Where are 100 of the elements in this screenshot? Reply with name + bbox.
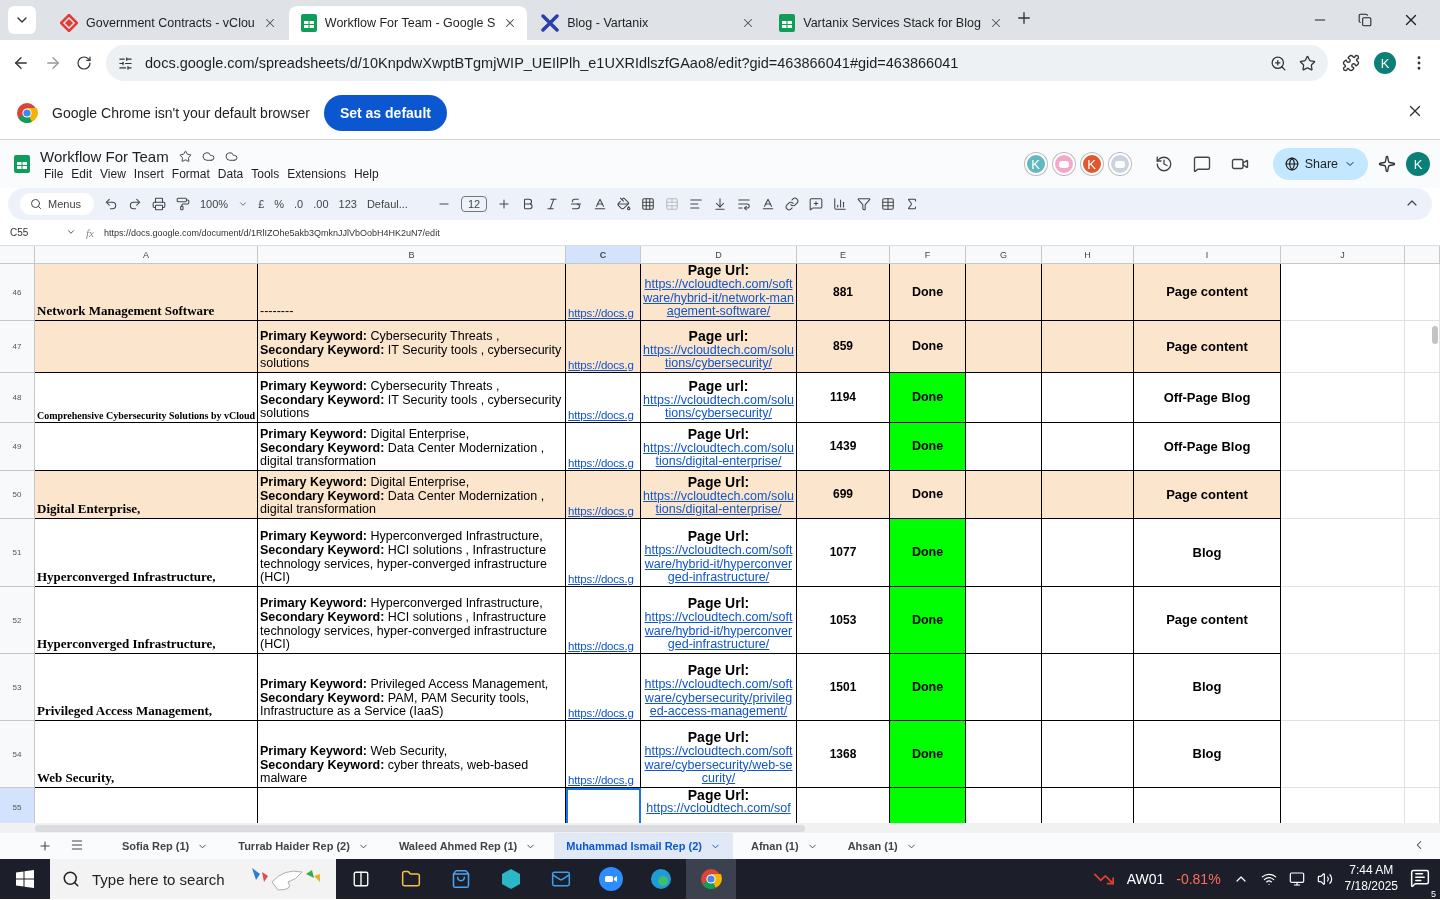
- name-box[interactable]: C55: [10, 227, 76, 238]
- comment-icon[interactable]: [1192, 155, 1211, 173]
- sparkle-icon[interactable]: [1378, 155, 1396, 173]
- page-url-link[interactable]: https://vcloudtech.com/software/cybersecurity/privileged-access-management/: [643, 677, 794, 719]
- zoom-select[interactable]: 100%: [200, 198, 229, 210]
- zoom-app-icon[interactable]: [599, 867, 623, 891]
- paint-format-icon[interactable]: [176, 197, 190, 211]
- row-number[interactable]: 54: [0, 721, 35, 788]
- history-icon[interactable]: [1154, 155, 1173, 173]
- store-icon[interactable]: [451, 869, 471, 889]
- scrollbar-thumb[interactable]: [1432, 326, 1438, 344]
- doc-link[interactable]: https://docs.g: [568, 640, 634, 652]
- row-number[interactable]: 55: [0, 788, 35, 823]
- folder-icon[interactable]: [401, 869, 421, 889]
- caret-icon[interactable]: [238, 199, 249, 209]
- doc-link[interactable]: https://docs.g: [568, 359, 634, 371]
- clock[interactable]: 7:44 AM 7/18/2025: [1344, 863, 1398, 895]
- row-number[interactable]: 47: [0, 321, 35, 373]
- row-number[interactable]: 48: [0, 373, 35, 423]
- undo-icon[interactable]: [104, 197, 118, 211]
- page-url-link[interactable]: https://vcloudtech.com/solutions/digital-enterprise/: [643, 441, 794, 469]
- share-button[interactable]: Share: [1272, 148, 1368, 180]
- taskbar-search-field[interactable]: Type here to search: [50, 859, 336, 899]
- extensions-icon[interactable]: [1342, 54, 1360, 72]
- decrease-decimal-button[interactable]: .0: [294, 198, 304, 210]
- menu-item[interactable]: File: [40, 166, 68, 181]
- column-header[interactable]: J: [1281, 246, 1405, 264]
- row-number[interactable]: 52: [0, 587, 35, 654]
- edge-browser-icon[interactable]: [650, 868, 672, 890]
- page-url-link[interactable]: https://vcloudtech.com/software/hybrid-it/network-management-software/: [643, 277, 794, 319]
- strikethrough-icon[interactable]: [569, 197, 584, 211]
- browser-tab[interactable]: Blog - Vartanix: [529, 6, 766, 40]
- page-url-link[interactable]: https://vcloudtech.com/sof: [646, 802, 791, 816]
- increase-size-icon[interactable]: [497, 197, 512, 211]
- column-header[interactable]: G: [966, 246, 1042, 264]
- doc-link[interactable]: https://docs.g: [568, 457, 634, 469]
- percent-button[interactable]: %: [274, 198, 285, 210]
- sheet-tab[interactable]: Sofia Rep (1): [110, 833, 221, 859]
- address-bar[interactable]: docs.google.com/spreadsheets/d/10KnpdwXwptBTgmjWIP_UEIlPlh_e1UXRIdlszfGAao8/edit?gid=463866041#gid=463866041: [106, 45, 1328, 81]
- sheet-tab[interactable]: Muhammad Ismail Rep (2): [554, 833, 733, 859]
- table-icon[interactable]: [881, 197, 896, 211]
- bold-icon[interactable]: [521, 197, 536, 211]
- sheet-tab[interactable]: Turrab Haider Rep (2): [226, 833, 381, 859]
- doc-link[interactable]: https://docs.g: [568, 409, 634, 421]
- chart-icon[interactable]: [833, 197, 848, 211]
- all-sheets-icon[interactable]: [70, 838, 84, 852]
- print-icon[interactable]: [152, 197, 166, 211]
- doc-link[interactable]: https://docs.g: [568, 774, 634, 786]
- column-header[interactable]: D: [641, 246, 797, 264]
- sheet-tab[interactable]: Afnan (1): [738, 833, 830, 859]
- formula-value[interactable]: https://docs.google.com/document/d/1RlIZOhe5akb3QmknJJlVbOobH4HK2uN7/edit: [103, 227, 440, 238]
- collaborator-avatar[interactable]: K: [1080, 153, 1103, 175]
- font-size-field[interactable]: 12: [460, 196, 488, 212]
- page-url-link[interactable]: https://vcloudtech.com/software/cybersecurity/web-security/: [643, 744, 794, 786]
- borders-icon[interactable]: [641, 197, 656, 211]
- page-url-link[interactable]: https://vcloudtech.com/solutions/cybersecurity/: [643, 393, 794, 421]
- browser-tab[interactable]: Government Contracts - vClou: [48, 6, 287, 40]
- menu-item[interactable]: Extensions: [283, 166, 350, 181]
- profile-avatar[interactable]: K: [1374, 52, 1396, 74]
- menu-item[interactable]: Data: [213, 166, 248, 181]
- sheet-tab[interactable]: Ahsan (1): [835, 833, 929, 859]
- row-number[interactable]: 49: [0, 423, 35, 471]
- reload-icon[interactable]: [76, 55, 92, 71]
- page-url-link[interactable]: https://vcloudtech.com/solutions/digital-enterprise/: [643, 489, 794, 517]
- merge-cells-icon[interactable]: [665, 197, 680, 211]
- cloud-icon[interactable]: [201, 149, 215, 163]
- menus-search[interactable]: Menus: [20, 193, 94, 215]
- saved-cloud-icon[interactable]: [224, 149, 238, 163]
- windows-logo-icon[interactable]: [16, 870, 34, 888]
- column-header[interactable]: F: [890, 246, 966, 264]
- menu-item[interactable]: Edit: [67, 166, 97, 181]
- increase-decimal-button[interactable]: .00: [313, 198, 329, 210]
- restore-icon[interactable]: [1358, 13, 1372, 27]
- task-view-icon[interactable]: [352, 870, 370, 888]
- hexagon-app-icon[interactable]: [500, 868, 522, 890]
- doc-link[interactable]: https://docs.g: [568, 573, 634, 585]
- vertical-align-icon[interactable]: [713, 197, 728, 211]
- menu-item[interactable]: Insert: [129, 166, 168, 181]
- row-number[interactable]: 46: [0, 264, 35, 321]
- account-avatar[interactable]: K: [1406, 152, 1430, 176]
- column-header[interactable]: I: [1134, 246, 1281, 264]
- number-format-button[interactable]: 123: [338, 198, 357, 210]
- forward-icon[interactable]: [44, 54, 62, 72]
- scrollbar-thumb[interactable]: [35, 824, 805, 832]
- row-number[interactable]: 51: [0, 519, 35, 587]
- filter-icon[interactable]: [857, 197, 872, 211]
- zoom-icon[interactable]: [1270, 54, 1287, 72]
- column-header[interactable]: H: [1042, 246, 1134, 264]
- page-url-link[interactable]: https://vcloudtech.com/solutions/cybersecurity/: [643, 343, 794, 371]
- network-icon[interactable]: [1260, 871, 1277, 887]
- tab-search-button[interactable]: [8, 6, 36, 34]
- currency-button[interactable]: £: [258, 198, 265, 210]
- fill-color-icon[interactable]: [617, 197, 632, 211]
- page-url-link[interactable]: https://vcloudtech.com/software/hybrid-it/hyperconverged-infrastructure/: [643, 543, 794, 585]
- volume-icon[interactable]: [1316, 871, 1333, 887]
- display-icon[interactable]: [1288, 871, 1305, 887]
- add-comment-icon[interactable]: [809, 197, 824, 211]
- document-title[interactable]: Workflow For Team: [40, 147, 169, 165]
- row-number[interactable]: 50: [0, 471, 35, 519]
- menu-item[interactable]: Format: [167, 166, 214, 181]
